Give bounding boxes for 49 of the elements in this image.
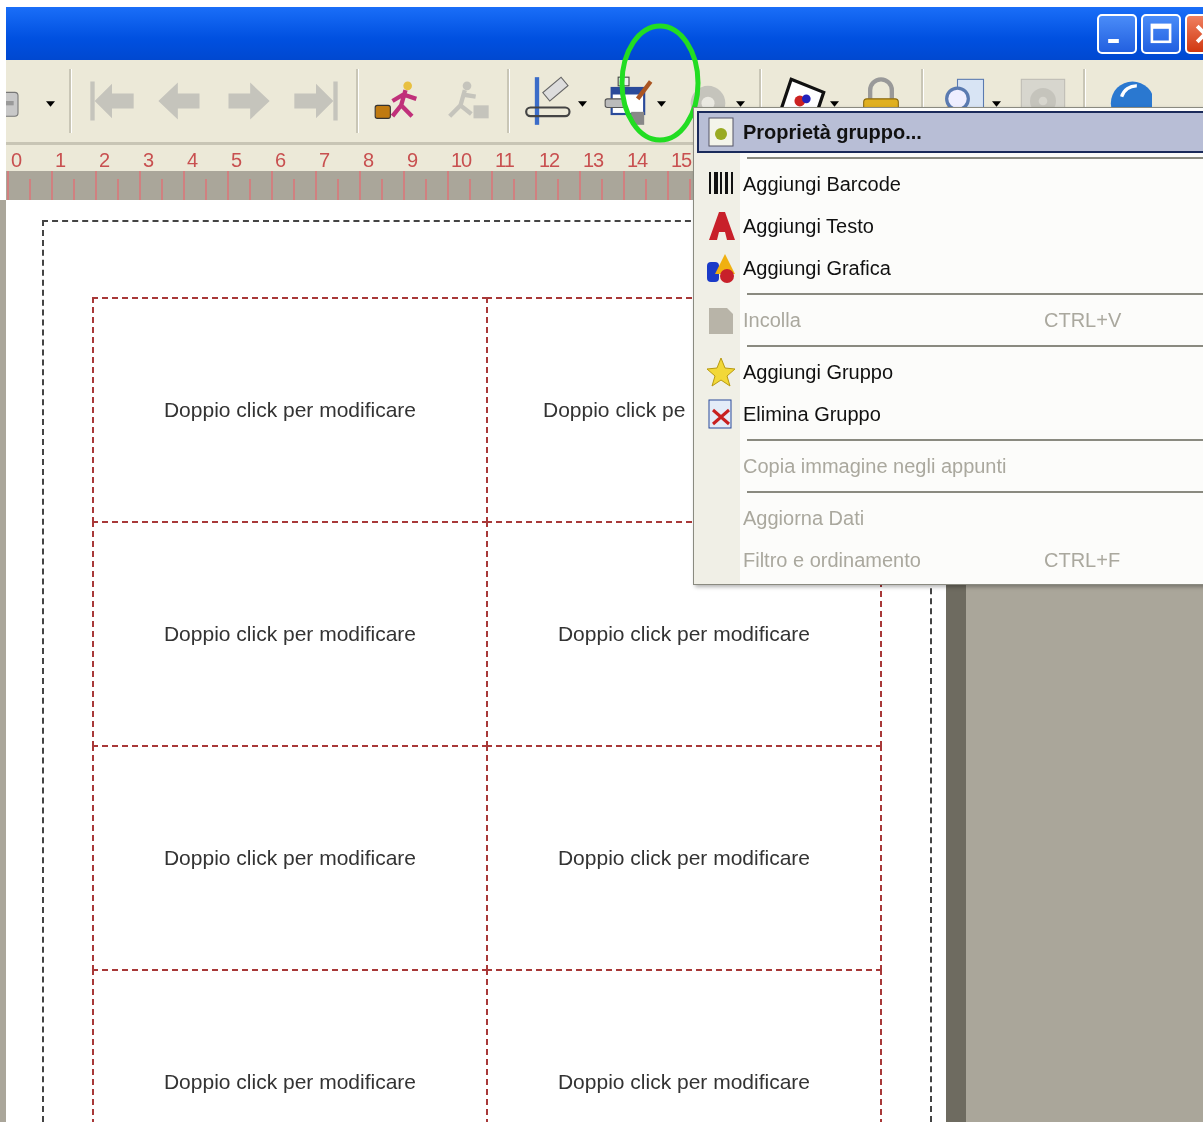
label-text: Doppio click per modificare <box>557 1070 811 1094</box>
label-text: Doppio click per modificare <box>163 622 417 646</box>
shortcut-text: CTRL+V <box>1044 308 1122 332</box>
dropdown-arrow-icon[interactable] <box>46 101 55 107</box>
menu-item-label: Aggiungi Barcode <box>743 172 901 196</box>
ruler-number: 4 <box>187 149 199 171</box>
menu-item[interactable]: Aggiungi Grafica <box>697 247 1203 289</box>
menu-item-label: Elimina Gruppo <box>743 402 881 426</box>
label-text: Doppio click per modificare <box>163 398 417 422</box>
minimize-icon <box>1107 38 1119 43</box>
ruler-number: 11 <box>495 149 515 171</box>
ruler-number: 9 <box>407 149 419 171</box>
label-text: Doppio click per modificare <box>557 846 811 870</box>
dropdown-arrow-icon[interactable] <box>992 101 1001 107</box>
ruler-number: 12 <box>539 149 561 171</box>
label-text: Doppio click per modificare <box>163 846 417 870</box>
ruler-number: 13 <box>583 149 605 171</box>
group-icon[interactable] <box>603 75 655 127</box>
menu-item-label: Aggiungi Grafica <box>743 256 891 280</box>
star-icon <box>705 356 737 388</box>
dropdown-arrow-icon[interactable] <box>578 101 587 107</box>
label-text: Doppio click pe <box>543 398 686 422</box>
ruler-number: 3 <box>143 149 155 171</box>
ruler-number: 7 <box>319 149 331 171</box>
ruler-number: 6 <box>275 149 287 171</box>
ruler-number: 1 <box>55 149 67 171</box>
menu-item-label: Aggiungi Testo <box>743 214 874 238</box>
label[interactable]: Doppio click per modificare <box>92 297 488 523</box>
shapes-icon <box>705 252 737 284</box>
ruler-number: 15 <box>671 149 693 171</box>
label-text: Doppio click per modificare <box>163 1070 417 1094</box>
menu-item-label: Proprietà gruppo... <box>743 120 922 144</box>
maximize-button[interactable] <box>1141 13 1181 54</box>
shortcut-text: CTRL+F <box>1044 548 1121 572</box>
label-text: Doppio click per modificare <box>557 622 811 646</box>
menu-item[interactable]: Proprietà gruppo... <box>697 111 1203 153</box>
ruler-number: 0 <box>11 149 23 171</box>
menu-item-label: Incolla <box>743 308 801 332</box>
menu-item[interactable]: Aggiungi Barcode <box>697 163 1203 205</box>
dropdown-arrow-icon[interactable] <box>830 101 839 107</box>
ruler-number: 8 <box>363 149 375 171</box>
dropdown-arrow-icon[interactable] <box>657 101 666 107</box>
ruler-number: 2 <box>99 149 111 171</box>
properties-icon <box>705 116 737 148</box>
ruler-number: 10 <box>451 149 473 171</box>
ruler-number: 14 <box>627 149 649 171</box>
menu-item[interactable]: Aggiungi Testo <box>697 205 1203 247</box>
minimize-button[interactable] <box>1097 13 1137 54</box>
ruler-number: 5 <box>231 149 243 171</box>
